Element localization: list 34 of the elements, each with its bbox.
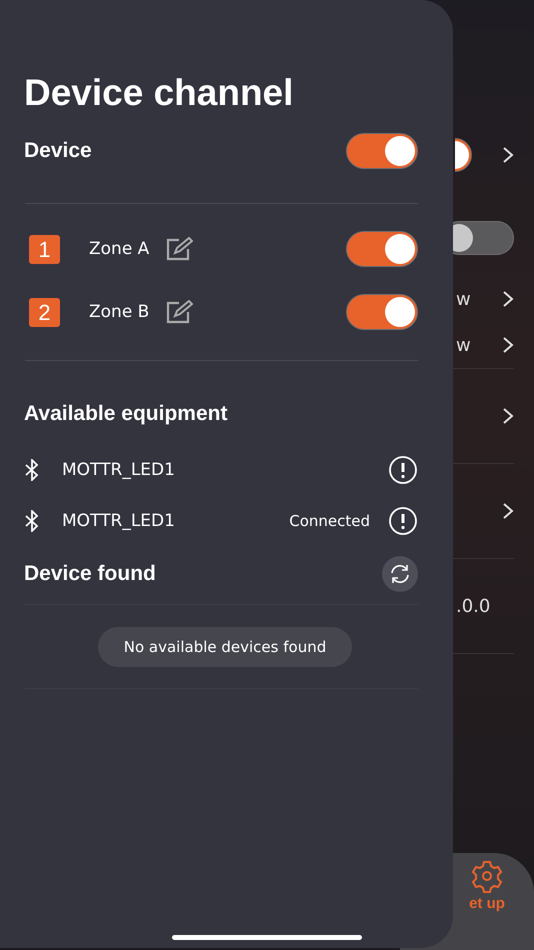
bluetooth-icon: [24, 510, 40, 532]
toggle-switch[interactable]: [346, 231, 418, 267]
device-name[interactable]: MOTTR_LED1: [62, 511, 175, 531]
toggle-switch[interactable]: [346, 294, 418, 330]
zone-name: Zone A: [89, 239, 150, 259]
bluetooth-icon: [24, 459, 40, 481]
section-title: Available equipment: [24, 402, 228, 426]
info-icon[interactable]: [388, 455, 418, 485]
chevron-icon: [502, 336, 514, 354]
device-label: Device: [24, 139, 92, 163]
row-value: .0.0: [456, 596, 490, 616]
refresh-button[interactable]: [382, 556, 418, 592]
row-value: w: [456, 288, 471, 310]
chevron-icon: [502, 146, 514, 164]
connection-status: Connected: [289, 512, 370, 530]
drawer-title: Device channel: [24, 72, 294, 114]
edit-icon[interactable]: [165, 237, 194, 261]
toggle-switch[interactable]: [453, 221, 514, 255]
chevron-icon: [502, 502, 514, 520]
section-title: Device found: [24, 562, 156, 586]
toggle-switch[interactable]: [455, 138, 472, 172]
device-name[interactable]: MOTTR_LED1: [62, 460, 175, 480]
gear-icon: [470, 859, 504, 893]
empty-message: No available devices found: [98, 627, 352, 667]
zone-number: 1: [29, 234, 60, 264]
info-icon[interactable]: [388, 506, 418, 536]
toggle-switch[interactable]: [346, 133, 418, 169]
edit-icon[interactable]: [165, 300, 194, 324]
chevron-icon: [502, 290, 514, 308]
row-value: w: [456, 334, 471, 356]
zone-name: Zone B: [89, 302, 150, 322]
zone-number: 2: [29, 298, 60, 326]
refresh-icon: [389, 564, 411, 584]
chevron-icon: [502, 407, 514, 425]
